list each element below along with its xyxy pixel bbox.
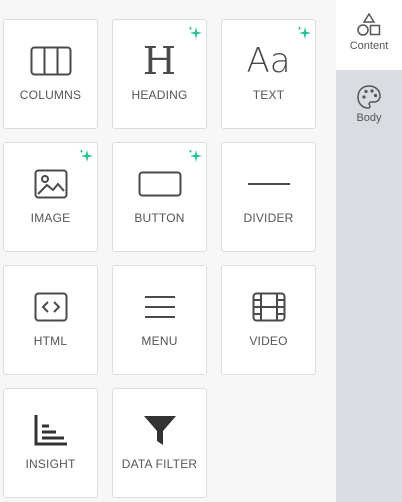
block-label: COLUMNS bbox=[19, 88, 82, 102]
block-heading[interactable]: H HEADING bbox=[112, 19, 207, 129]
block-label: DIVIDER bbox=[243, 211, 294, 225]
block-divider[interactable]: DIVIDER bbox=[221, 142, 316, 252]
ai-sparkle-icon bbox=[188, 26, 202, 39]
block-image[interactable]: IMAGE bbox=[3, 142, 98, 252]
heading-icon: H bbox=[142, 39, 177, 83]
code-icon bbox=[4, 288, 97, 326]
block-columns[interactable]: COLUMNS bbox=[3, 19, 98, 129]
button-icon bbox=[113, 165, 206, 203]
block-label: HTML bbox=[33, 334, 68, 348]
block-label: DATA FILTER bbox=[121, 457, 198, 471]
divider-icon bbox=[222, 165, 315, 203]
block-label: MENU bbox=[141, 334, 178, 348]
tab-body[interactable]: Body bbox=[336, 72, 402, 142]
block-label: HEADING bbox=[131, 88, 188, 102]
ai-sparkle-icon bbox=[188, 149, 202, 162]
block-html[interactable]: HTML bbox=[3, 265, 98, 375]
block-menu[interactable]: MENU bbox=[112, 265, 207, 375]
tab-body-label: Body bbox=[356, 112, 382, 124]
menu-icon bbox=[113, 288, 206, 326]
block-label: INSIGHT bbox=[25, 457, 76, 471]
video-icon bbox=[222, 288, 315, 326]
block-label: VIDEO bbox=[249, 334, 288, 348]
block-text[interactable]: Aa TEXT bbox=[221, 19, 316, 129]
bar-chart-icon bbox=[4, 411, 97, 449]
block-button[interactable]: BUTTON bbox=[112, 142, 207, 252]
ai-sparkle-icon bbox=[79, 149, 93, 162]
block-label: TEXT bbox=[252, 88, 285, 102]
block-label: IMAGE bbox=[30, 211, 71, 225]
tab-content-label: Content bbox=[349, 40, 389, 52]
block-insight[interactable]: INSIGHT bbox=[3, 388, 98, 498]
image-icon bbox=[4, 165, 97, 203]
block-video[interactable]: VIDEO bbox=[221, 265, 316, 375]
editor-sidebar: Content Body bbox=[336, 0, 402, 502]
funnel-icon bbox=[113, 411, 206, 449]
tab-content[interactable]: Content bbox=[336, 0, 402, 70]
ai-sparkle-icon bbox=[297, 26, 311, 39]
columns-icon bbox=[4, 42, 97, 80]
palette-icon bbox=[357, 85, 381, 109]
block-label: BUTTON bbox=[134, 211, 185, 225]
shapes-icon bbox=[357, 12, 381, 36]
block-data-filter[interactable]: DATA FILTER bbox=[112, 388, 207, 498]
text-icon: Aa bbox=[246, 41, 291, 81]
content-blocks-panel: COLUMNS H HEADING Aa TEXT IMAGE BUTTON D… bbox=[0, 0, 336, 502]
